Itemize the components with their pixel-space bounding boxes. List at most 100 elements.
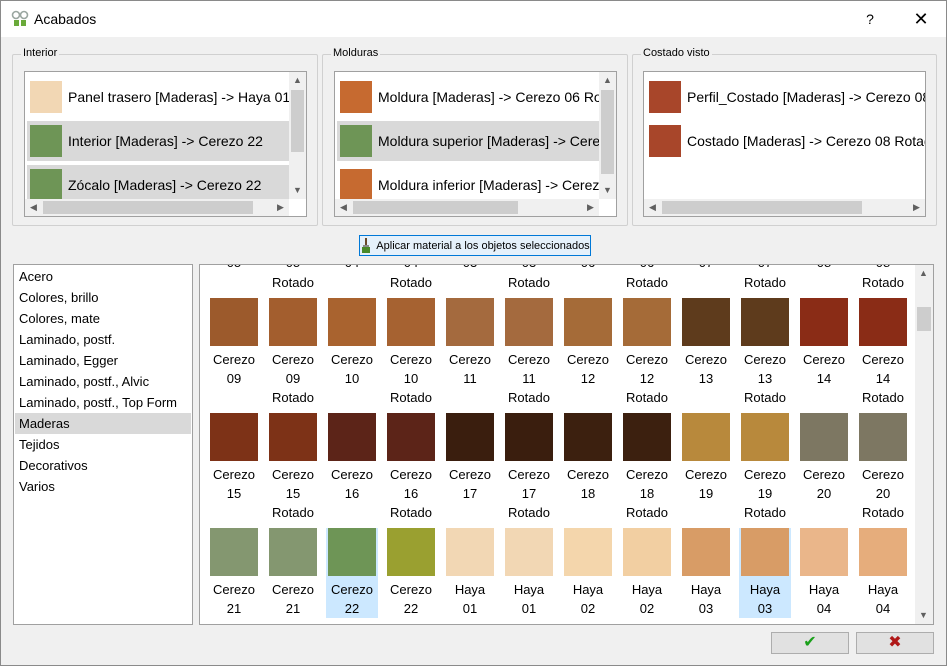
material-tile[interactable]: Cerezo 12 xyxy=(562,298,614,388)
material-tile[interactable]: Cerezo 14 xyxy=(857,298,909,388)
material-tile[interactable]: Cerezo 09 xyxy=(208,298,260,388)
scroll-left-arrow-icon[interactable]: ◀ xyxy=(25,199,42,216)
material-swatch xyxy=(269,413,317,461)
scroll-up-arrow-icon[interactable]: ▲ xyxy=(599,72,616,89)
material-number-label: 19 xyxy=(698,486,714,501)
material-tile[interactable]: Cerezo 10 xyxy=(385,298,437,388)
material-name-label: Cerezo xyxy=(213,582,255,597)
material-tile[interactable]: Cerezo 15 xyxy=(267,413,319,503)
material-tile[interactable]: Cerezo 19 xyxy=(680,413,732,503)
molduras-list-item[interactable]: Moldura [Maderas] -> Cerezo 06 Rotado xyxy=(337,77,599,117)
molduras-vertical-scrollbar[interactable]: ▲ ▼ xyxy=(599,72,616,199)
scroll-right-arrow-icon[interactable]: ▶ xyxy=(908,199,925,216)
category-list[interactable]: Acero Colores, brillo Colores, mate Lami… xyxy=(13,264,193,625)
costado-list-item[interactable]: Perfil_Costado [Maderas] -> Cerezo 08 xyxy=(646,77,925,117)
material-tile[interactable]: Cerezo 16 xyxy=(385,413,437,503)
interior-list-item[interactable]: Panel trasero [Maderas] -> Haya 01 xyxy=(27,77,289,117)
scroll-right-arrow-icon[interactable]: ▶ xyxy=(582,199,599,216)
material-tile[interactable]: Cerezo 21 xyxy=(208,528,260,618)
scroll-left-arrow-icon[interactable]: ◀ xyxy=(644,199,661,216)
material-swatch xyxy=(564,413,612,461)
scroll-thumb[interactable] xyxy=(662,201,862,214)
material-tile[interactable]: Cerezo 14 xyxy=(798,298,850,388)
category-item[interactable]: Colores, brillo xyxy=(15,287,191,308)
material-tile[interactable]: Cerezo 13 xyxy=(739,298,791,388)
material-tile[interactable]: Cerezo 11 xyxy=(503,298,555,388)
category-item[interactable]: Maderas xyxy=(15,413,191,434)
scroll-down-arrow-icon[interactable]: ▼ xyxy=(289,182,306,199)
material-tile[interactable]: Cerezo 10 xyxy=(326,298,378,388)
close-button[interactable]: ✕ xyxy=(898,1,944,37)
material-tile[interactable]: Haya 03 xyxy=(739,528,791,618)
category-item[interactable]: Tejidos xyxy=(15,434,191,455)
material-tile[interactable]: Cerezo 18 xyxy=(621,413,673,503)
scroll-up-arrow-icon[interactable]: ▲ xyxy=(915,265,932,282)
costado-list-item[interactable]: Costado [Maderas] -> Cerezo 08 Rotado xyxy=(646,121,925,161)
material-tile[interactable]: Cerezo 18 xyxy=(562,413,614,503)
material-tile[interactable]: Haya 03 xyxy=(680,528,732,618)
category-item[interactable]: Decorativos xyxy=(15,455,191,476)
molduras-list-item[interactable]: Moldura superior [Maderas] -> Cerezo 22 xyxy=(337,121,599,161)
material-tile[interactable]: Cerezo 20 xyxy=(798,413,850,503)
cancel-button[interactable]: ✖ xyxy=(856,632,934,654)
material-tile[interactable]: Cerezo 19 xyxy=(739,413,791,503)
material-tile[interactable]: Cerezo 22 xyxy=(385,528,437,618)
scroll-thumb[interactable] xyxy=(291,90,304,152)
material-name-label: Haya xyxy=(454,582,486,597)
material-rotated-label: Rotado xyxy=(744,390,786,405)
scroll-left-arrow-icon[interactable]: ◀ xyxy=(335,199,352,216)
material-tile[interactable]: Cerezo 22 xyxy=(326,528,378,618)
material-tile[interactable]: Cerezo 17 xyxy=(503,413,555,503)
material-tile[interactable]: Cerezo 09 xyxy=(267,298,319,388)
interior-list-item[interactable]: Interior [Maderas] -> Cerezo 22 xyxy=(27,121,289,161)
scroll-thumb[interactable] xyxy=(917,307,931,331)
category-item[interactable]: Colores, mate xyxy=(15,308,191,329)
material-number-label: 16 xyxy=(403,486,419,501)
molduras-list[interactable]: Moldura [Maderas] -> Cerezo 06 Rotado Mo… xyxy=(334,71,617,217)
material-tile[interactable]: Haya 01 xyxy=(444,528,496,618)
category-item[interactable]: Laminado, postf., Alvic xyxy=(15,371,191,392)
category-item[interactable]: Laminado, postf., Top Form xyxy=(15,392,191,413)
material-swatch xyxy=(340,81,372,113)
costado-list[interactable]: Perfil_Costado [Maderas] -> Cerezo 08 Co… xyxy=(643,71,926,217)
material-tile[interactable]: Cerezo 20 xyxy=(857,413,909,503)
category-item[interactable]: Laminado, Egger xyxy=(15,350,191,371)
material-rotated-label: Rotado xyxy=(272,275,314,290)
material-tile[interactable]: Cerezo 11 xyxy=(444,298,496,388)
apply-material-button[interactable]: Aplicar material a los objetos seleccion… xyxy=(359,235,591,256)
ok-button[interactable]: ✔ xyxy=(771,632,849,654)
costado-horizontal-scrollbar[interactable]: ◀ ▶ xyxy=(644,199,925,216)
grid-vertical-scrollbar[interactable]: ▲ ▼ xyxy=(915,265,933,624)
molduras-horizontal-scrollbar[interactable]: ◀ ▶ xyxy=(335,199,599,216)
material-tile[interactable]: Haya 04 xyxy=(798,528,850,618)
category-item[interactable]: Varios xyxy=(15,476,191,497)
scroll-down-arrow-icon[interactable]: ▼ xyxy=(599,182,616,199)
material-tile[interactable]: Cerezo 16 xyxy=(326,413,378,503)
scroll-thumb[interactable] xyxy=(601,90,614,174)
scroll-up-arrow-icon[interactable]: ▲ xyxy=(289,72,306,89)
interior-vertical-scrollbar[interactable]: ▲ ▼ xyxy=(289,72,306,199)
interior-list[interactable]: Panel trasero [Maderas] -> Haya 01 Inter… xyxy=(24,71,307,217)
material-tile[interactable]: Haya 02 xyxy=(621,528,673,618)
category-item[interactable]: Acero xyxy=(15,266,191,287)
material-number-label: 04 xyxy=(875,601,891,616)
costado-visto-group: Costado visto Perfil_Costado [Maderas] -… xyxy=(632,47,937,226)
scroll-thumb[interactable] xyxy=(353,201,518,214)
material-tile[interactable]: Haya 04 xyxy=(857,528,909,618)
material-tile[interactable]: Cerezo 12 xyxy=(621,298,673,388)
scroll-thumb[interactable] xyxy=(43,201,253,214)
material-tile[interactable]: Cerezo 13 xyxy=(680,298,732,388)
material-tile[interactable]: Cerezo 21 xyxy=(267,528,319,618)
material-swatch xyxy=(682,413,730,461)
material-grid[interactable]: ▲ ▼ 0505Rotado0404Rotado0303Rotado0606Ro… xyxy=(199,264,934,625)
material-number-label: 05 xyxy=(263,265,323,272)
interior-horizontal-scrollbar[interactable]: ◀ ▶ xyxy=(25,199,289,216)
scroll-down-arrow-icon[interactable]: ▼ xyxy=(915,607,932,624)
material-tile[interactable]: Haya 02 xyxy=(562,528,614,618)
category-item[interactable]: Laminado, postf. xyxy=(15,329,191,350)
material-tile[interactable]: Cerezo 15 xyxy=(208,413,260,503)
help-button[interactable]: ? xyxy=(847,1,893,37)
scroll-right-arrow-icon[interactable]: ▶ xyxy=(272,199,289,216)
material-tile[interactable]: Haya 01 xyxy=(503,528,555,618)
material-tile[interactable]: Cerezo 17 xyxy=(444,413,496,503)
